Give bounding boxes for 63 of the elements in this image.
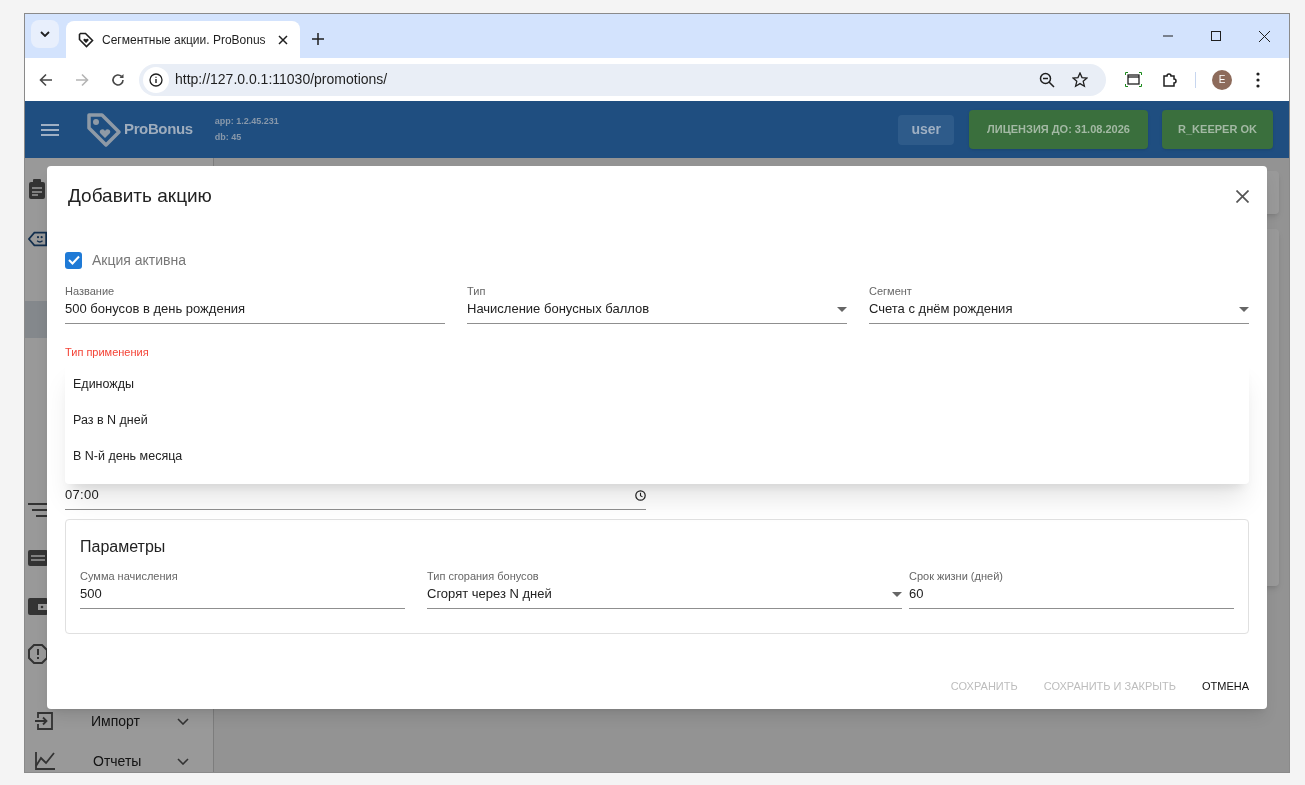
sidebar-label: Отчеты: [93, 751, 143, 771]
menu-item[interactable]: Единожды: [65, 366, 1249, 402]
more-menu-icon[interactable]: [1256, 71, 1260, 88]
field-label: Название: [65, 284, 116, 299]
chevron-down-icon: [40, 31, 50, 37]
dialog-button[interactable]: ОТМЕНА: [1191, 668, 1259, 704]
profile-avatar[interactable]: E: [1212, 69, 1232, 90]
forward-icon: [75, 72, 89, 87]
menu-icon[interactable]: [41, 123, 59, 136]
import-icon: [35, 712, 53, 730]
select-field[interactable]: Сгорят через N дней: [427, 584, 902, 609]
dropdown-caret-icon[interactable]: [1239, 306, 1249, 312]
alert-icon: [28, 644, 48, 664]
reload-icon[interactable]: [111, 72, 125, 87]
field-label: Тип сгорания бонусов: [427, 569, 540, 584]
close-icon[interactable]: [1236, 189, 1249, 203]
chart-icon: [35, 752, 55, 770]
chevron-down-icon[interactable]: [177, 717, 189, 725]
browser-tab[interactable]: Сегментные акции. ProBonus: [66, 21, 300, 58]
input-field[interactable]: 60: [909, 584, 1234, 609]
checkbox-label: Акция активна: [92, 250, 187, 270]
clipboard-icon: [28, 179, 46, 199]
field-label: Срок жизни (дней): [909, 569, 1004, 584]
info-icon[interactable]: [149, 72, 163, 87]
input-field[interactable]: 500 бонусов в день рождения: [65, 299, 445, 324]
back-icon[interactable]: [39, 72, 53, 87]
zoom-icon[interactable]: [1039, 71, 1055, 88]
select-field[interactable]: Начисление бонусных баллов: [467, 299, 847, 324]
field-label: Тип применения: [65, 345, 150, 360]
puzzle-icon[interactable]: [1162, 71, 1178, 88]
close-icon[interactable]: [278, 34, 288, 45]
new-tab-icon[interactable]: [312, 33, 324, 45]
input-field[interactable]: 500: [80, 584, 405, 609]
menu-item[interactable]: Раз в N дней: [65, 402, 1249, 438]
field-label: Сумма начисления: [80, 569, 179, 584]
dropdown-caret-icon[interactable]: [837, 306, 847, 312]
chevron-down-icon[interactable]: [177, 757, 189, 765]
close-icon[interactable]: [1259, 30, 1270, 42]
checkbox[interactable]: [65, 251, 82, 269]
field-label: Сегмент: [869, 284, 913, 299]
card-title: Параметры: [80, 537, 167, 557]
address-bar[interactable]: http://127.0.0.1:11030/promotions/: [139, 63, 1106, 96]
app-version: app: 1.2.45.231: [214, 115, 279, 128]
tab-list-button[interactable]: [31, 20, 59, 48]
dialog-title: Добавить акцию: [68, 183, 212, 208]
tag-heart-logo-icon: [86, 111, 122, 148]
url-text: http://127.0.0.1:11030/promotions/: [175, 70, 389, 89]
tab-title: Сегментные акции. ProBonus: [102, 31, 267, 49]
sidebar-label: Импорт: [91, 711, 141, 731]
brand-name: ProBonus: [124, 119, 193, 140]
tag-icon: [78, 31, 94, 48]
db-version: db: 45: [214, 130, 243, 144]
star-icon[interactable]: [1072, 71, 1088, 88]
smiley-tag-icon: [28, 230, 48, 248]
clock-icon[interactable]: [635, 489, 646, 501]
menu-item[interactable]: В N-й день месяца: [65, 438, 1249, 474]
dropdown-caret-icon[interactable]: [892, 591, 902, 597]
field-label: Тип: [467, 284, 487, 299]
maximize-icon[interactable]: [1211, 31, 1221, 41]
select-field[interactable]: Счета с днём рождения: [869, 299, 1249, 324]
screen-capture-icon[interactable]: [1125, 72, 1142, 87]
time-field[interactable]: 07:00: [65, 485, 646, 510]
list-icon: [28, 503, 48, 517]
